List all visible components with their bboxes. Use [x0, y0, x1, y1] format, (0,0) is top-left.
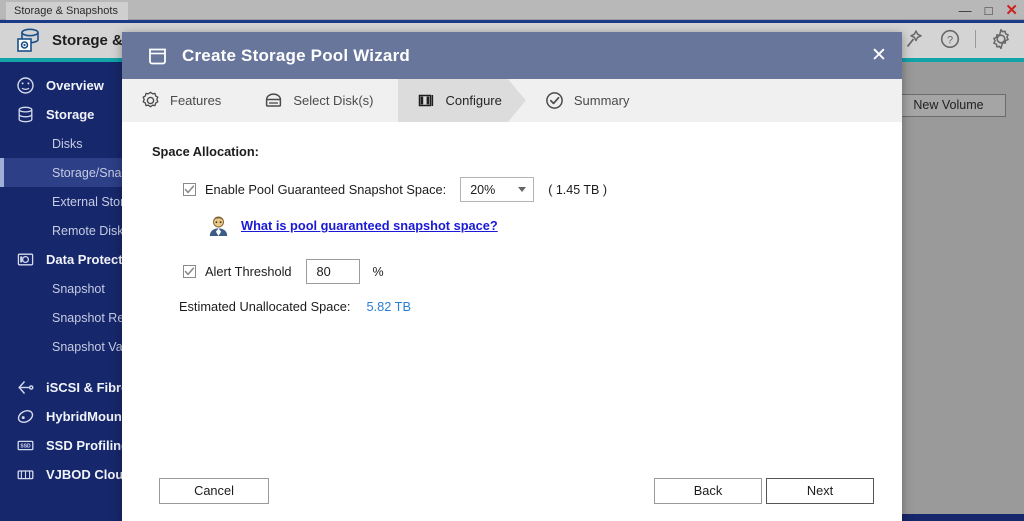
cancel-button[interactable]: Cancel: [159, 478, 269, 504]
wizard-step-label: Summary: [573, 93, 630, 108]
sidebar-item-label: Disks: [52, 136, 83, 151]
alert-threshold-input[interactable]: 80: [305, 259, 360, 284]
wizard-step-configure[interactable]: Configure: [398, 79, 526, 122]
close-icon[interactable]: ✕: [1005, 3, 1018, 18]
gauge-icon: [16, 76, 35, 95]
chevron-down-icon: [518, 187, 527, 192]
svg-text:SSD: SSD: [20, 443, 31, 449]
enable-snapshot-space-label: Enable Pool Guaranteed Snapshot Space:: [205, 182, 447, 197]
alert-threshold-row: Alert Threshold 80 %: [183, 259, 872, 284]
vjbod-icon: [16, 465, 35, 484]
svg-text:?: ?: [947, 34, 953, 46]
sidebar-item-label: Snapshot: [52, 281, 105, 296]
storage-pool-icon: [146, 44, 169, 67]
snapshot-space-size-note: ( 1.45 TB ): [548, 182, 608, 197]
dialog-footer: Cancel Back Next: [122, 460, 902, 521]
wizard-step-label: Configure: [445, 93, 502, 108]
storage-snapshots-icon: [16, 27, 42, 53]
alert-threshold-unit: %: [372, 264, 384, 279]
minimize-icon[interactable]: —: [959, 4, 972, 17]
wizard-step-features[interactable]: Features: [122, 79, 245, 122]
pool-guaranteed-snapshot-help-link[interactable]: What is pool guaranteed snapshot space?: [241, 218, 498, 233]
alert-threshold-checkbox[interactable]: [183, 265, 196, 278]
unallocated-space-label: Estimated Unallocated Space:: [179, 299, 351, 314]
dialog-body: Space Allocation: Enable Pool Guaranteed…: [122, 122, 902, 521]
settings-gear-icon[interactable]: [990, 28, 1012, 50]
help-link-row: What is pool guaranteed snapshot space?: [207, 214, 872, 237]
disk-icon: [263, 90, 284, 111]
next-button[interactable]: Next: [766, 478, 874, 504]
search-wand-icon[interactable]: [903, 28, 925, 50]
snapshot-space-row: Enable Pool Guaranteed Snapshot Space: 2…: [183, 177, 872, 202]
wizard-steps: Features Select Disk(s) Configure Summar…: [122, 79, 902, 122]
ssd-icon: SSD: [16, 436, 35, 455]
dialog-title: Create Storage Pool Wizard: [182, 45, 410, 65]
header-accent-line: [0, 20, 1024, 23]
alert-threshold-label: Alert Threshold: [205, 264, 292, 279]
cloud-disk-icon: [16, 407, 35, 426]
configure-bars-icon: [416, 90, 437, 111]
arrow-target-icon: [16, 378, 35, 397]
header-tools: ?: [903, 28, 1012, 50]
tools-divider: [975, 30, 976, 48]
back-button[interactable]: Back: [654, 478, 762, 504]
enable-snapshot-space-checkbox[interactable]: [183, 183, 196, 196]
sidebar-item-label: HybridMount: [46, 409, 127, 424]
dialog-close-icon[interactable]: ✕: [856, 32, 902, 79]
gear-circle-icon: [140, 90, 161, 111]
shield-camera-icon: [16, 250, 35, 269]
unallocated-space-row: Estimated Unallocated Space: 5.82 TB: [179, 299, 872, 314]
steps-filler: [653, 79, 902, 122]
os-titlebar: Storage & Snapshots — □ ✕: [0, 0, 1024, 20]
sidebar-item-label: VJBOD Cloud: [46, 467, 132, 482]
os-window-tab[interactable]: Storage & Snapshots: [6, 2, 128, 20]
wizard-step-label: Select Disk(s): [293, 93, 374, 108]
storage-stack-icon: [16, 105, 35, 124]
app-window: Storage & Snapshots ?: [0, 20, 1024, 521]
space-allocation-title: Space Allocation:: [152, 144, 259, 159]
snapshot-space-percent-value: 20%: [470, 182, 496, 197]
screen-root: Storage & Snapshots — □ ✕ Storage & ? Ov…: [0, 0, 1024, 521]
avatar-icon: [207, 214, 230, 237]
sidebar-item-label: Storage: [46, 107, 95, 122]
create-storage-pool-wizard-dialog: Create Storage Pool Wizard ✕ Features Se…: [122, 32, 902, 521]
wizard-step-summary[interactable]: Summary: [526, 79, 654, 122]
wizard-step-label: Features: [170, 93, 222, 108]
sidebar-item-label: Remote Disk: [52, 223, 124, 238]
new-volume-button[interactable]: New Volume: [891, 94, 1006, 117]
check-circle-icon: [544, 90, 565, 111]
unallocated-space-value: 5.82 TB: [366, 299, 412, 314]
help-icon[interactable]: ?: [939, 28, 961, 50]
sidebar-item-label: Overview: [46, 78, 104, 93]
snapshot-space-percent-dropdown[interactable]: 20%: [460, 177, 535, 202]
window-controls: — □ ✕: [959, 0, 1018, 20]
maximize-icon[interactable]: □: [985, 4, 993, 17]
wizard-step-select-disks[interactable]: Select Disk(s): [245, 79, 397, 122]
dialog-header: Create Storage Pool Wizard ✕: [122, 32, 902, 79]
